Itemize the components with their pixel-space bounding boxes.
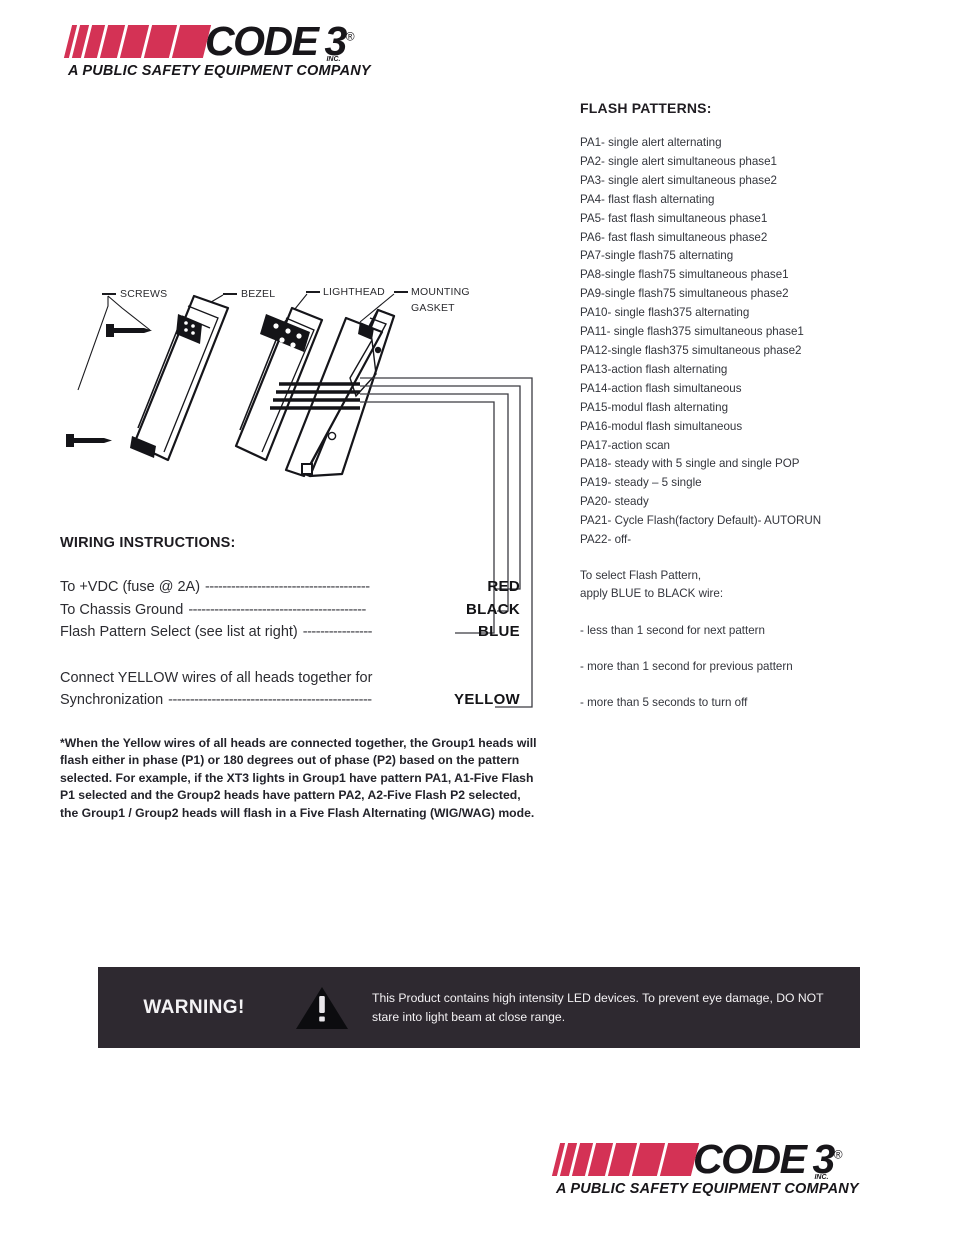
- flash-pattern-item: PA13-action flash alternating: [580, 362, 728, 376]
- logo-wordmark-row: CODE 3 INC. ®: [551, 1135, 901, 1182]
- logo-tagline: A PUBLIC SAFETY EQUIPMENT COMPANY: [68, 63, 371, 79]
- wire-dash-leader: ----------------: [302, 624, 373, 640]
- flash-pattern-item: PA21- Cycle Flash(factory Default)- AUTO…: [580, 514, 822, 528]
- flash-select-bullets: - less than 1 second for next pattern - …: [580, 622, 900, 712]
- sync-instruction-text: Connect YELLOW wires of all heads togeth…: [60, 669, 373, 686]
- wire-description: To +VDC (fuse @ 2A): [60, 579, 201, 595]
- exploded-assembly-diagram: SCREWS BEZEL LIGHTHEAD MOUNTING GASKET: [60, 278, 530, 518]
- flash-select-note-line: apply BLUE to BLACK wire:: [580, 587, 724, 601]
- registered-trademark-icon: ®: [833, 1146, 843, 1161]
- flash-select-bullet: - more than 1 second for previous patter…: [580, 659, 793, 673]
- wiring-instructions-title: WIRING INSTRUCTIONS:: [60, 535, 236, 551]
- wire-dash-leader: ----------------------------------------…: [188, 601, 366, 618]
- logo-tagline: A PUBLIC SAFETY EQUIPMENT COMPANY: [556, 1181, 859, 1197]
- screw-lower: [66, 434, 112, 447]
- flash-pattern-item: PA18- steady with 5 single and single PO…: [580, 457, 800, 471]
- footer-logo: CODE 3 INC. ® A PUBLIC SAFETY EQUIPMENT COM…: [551, 1135, 901, 1197]
- warning-message: This Product contains high intensity LED…: [372, 990, 824, 1024]
- wire-row-black: To Chassis Ground ----------------------…: [60, 599, 520, 622]
- logo-three-wrap: 3 INC.: [324, 20, 347, 63]
- logo-code-text: CODE: [205, 17, 319, 64]
- warning-label: WARNING!: [143, 996, 245, 1018]
- flash-pattern-item: PA14-action flash simultaneous: [580, 381, 742, 395]
- wire-description: Flash Pattern Select (see list at right): [60, 624, 298, 640]
- flash-pattern-item: PA10- single flash375 alternating: [580, 306, 750, 320]
- flash-pattern-item: PA5- fast flash simultaneous phase1: [580, 211, 768, 225]
- flash-pattern-item: PA16-modul flash simultaneous: [580, 419, 743, 433]
- flash-select-note-line: To select Flash Pattern,: [580, 568, 702, 582]
- flash-select-bullet: - less than 1 second for next pattern: [580, 623, 765, 637]
- synchronization-footnote: *When the Yellow wires of all heads are …: [60, 736, 537, 820]
- flash-select-bullet: - more than 5 seconds to turn off: [580, 695, 748, 709]
- flash-pattern-item: PA6- fast flash simultaneous phase2: [580, 230, 768, 244]
- header-logo: CODE 3 INC. ® A PUBLIC SAFETY EQUIPMENT COM…: [63, 17, 413, 79]
- wire-dash-leader: ----------------------------------------…: [168, 692, 372, 708]
- wire-color-label-red: RED: [487, 578, 520, 595]
- diagram-label-screws: SCREWS: [120, 288, 168, 300]
- flash-pattern-item: PA22- off-: [580, 533, 632, 547]
- flash-pattern-item: PA19- steady – 5 single: [580, 476, 702, 490]
- wire-color-label-yellow: YELLOW: [454, 691, 520, 708]
- flash-select-note: To select Flash Pattern, apply BLUE to B…: [580, 567, 900, 604]
- flash-pattern-item: PA12-single flash375 simultaneous phase2: [580, 343, 802, 357]
- diagram-label-bezel: BEZEL: [241, 288, 276, 300]
- wire-color-label-blue: BLUE: [477, 623, 520, 640]
- flash-pattern-item: PA17-action scan: [580, 438, 671, 452]
- logo-word-code: CODE 3 INC. ®: [693, 1135, 843, 1182]
- flash-pattern-item: PA9-single flash75 simultaneous phase2: [580, 287, 789, 301]
- logo-wordmark-row: CODE 3 INC. ®: [63, 17, 413, 64]
- flash-pattern-item: PA11- single flash375 simultaneous phase…: [580, 325, 804, 339]
- warning-triangle-icon: [290, 985, 354, 1031]
- assembly-drawing: [66, 291, 408, 478]
- flash-pattern-item: PA1- single alert alternating: [580, 136, 722, 149]
- flash-patterns-section: FLASH PATTERNS: PA1- single alert altern…: [580, 100, 900, 730]
- flash-pattern-item: PA8-single flash75 simultaneous phase1: [580, 268, 789, 282]
- flash-pattern-item: PA7-single flash75 alternating: [580, 249, 734, 263]
- flash-pattern-item: PA4- flast flash alternating: [580, 192, 715, 206]
- wire-row-yellow: Synchronization ------------------------…: [60, 689, 520, 712]
- flash-pattern-item: PA3- single alert simultaneous phase2: [580, 173, 777, 187]
- flash-patterns-list: PA1- single alert alternating PA2- singl…: [580, 134, 900, 550]
- diagram-label-lighthead: LIGHTHEAD: [323, 286, 385, 298]
- logo-word-code: CODE 3 INC. ®: [205, 17, 355, 64]
- wire-description: To Chassis Ground: [60, 601, 184, 618]
- wiring-instructions-section: WIRING INSTRUCTIONS: To +VDC (fuse @ 2A)…: [60, 535, 520, 712]
- logo-stripes-icon: [63, 24, 212, 58]
- flash-pattern-item: PA20- steady: [580, 495, 649, 509]
- wire-color-label-black: BLACK: [466, 600, 520, 618]
- logo-code-text: CODE: [693, 1135, 807, 1182]
- wire-description: Synchronization: [60, 692, 164, 708]
- warning-banner: WARNING! This Product contains high inte…: [98, 967, 860, 1048]
- logo-three-wrap: 3 INC.: [812, 1138, 835, 1181]
- wire-row-blue: Flash Pattern Select (see list at right)…: [60, 621, 520, 644]
- diagram-label-mounting: MOUNTING: [411, 286, 470, 298]
- logo-stripes-icon: [551, 1142, 700, 1176]
- wire-row-red: To +VDC (fuse @ 2A) --------------------…: [60, 576, 520, 599]
- logo-inc-mark: INC.: [326, 55, 341, 63]
- flash-pattern-item: PA2- single alert simultaneous phase1: [580, 154, 777, 168]
- diagram-label-gasket: GASKET: [411, 302, 455, 314]
- flash-patterns-title: FLASH PATTERNS:: [580, 100, 712, 116]
- registered-trademark-icon: ®: [345, 28, 355, 43]
- logo-inc-mark: INC.: [814, 1173, 829, 1181]
- wire-dash-leader: --------------------------------------: [205, 579, 370, 595]
- flash-pattern-item: PA15-modul flash alternating: [580, 400, 729, 414]
